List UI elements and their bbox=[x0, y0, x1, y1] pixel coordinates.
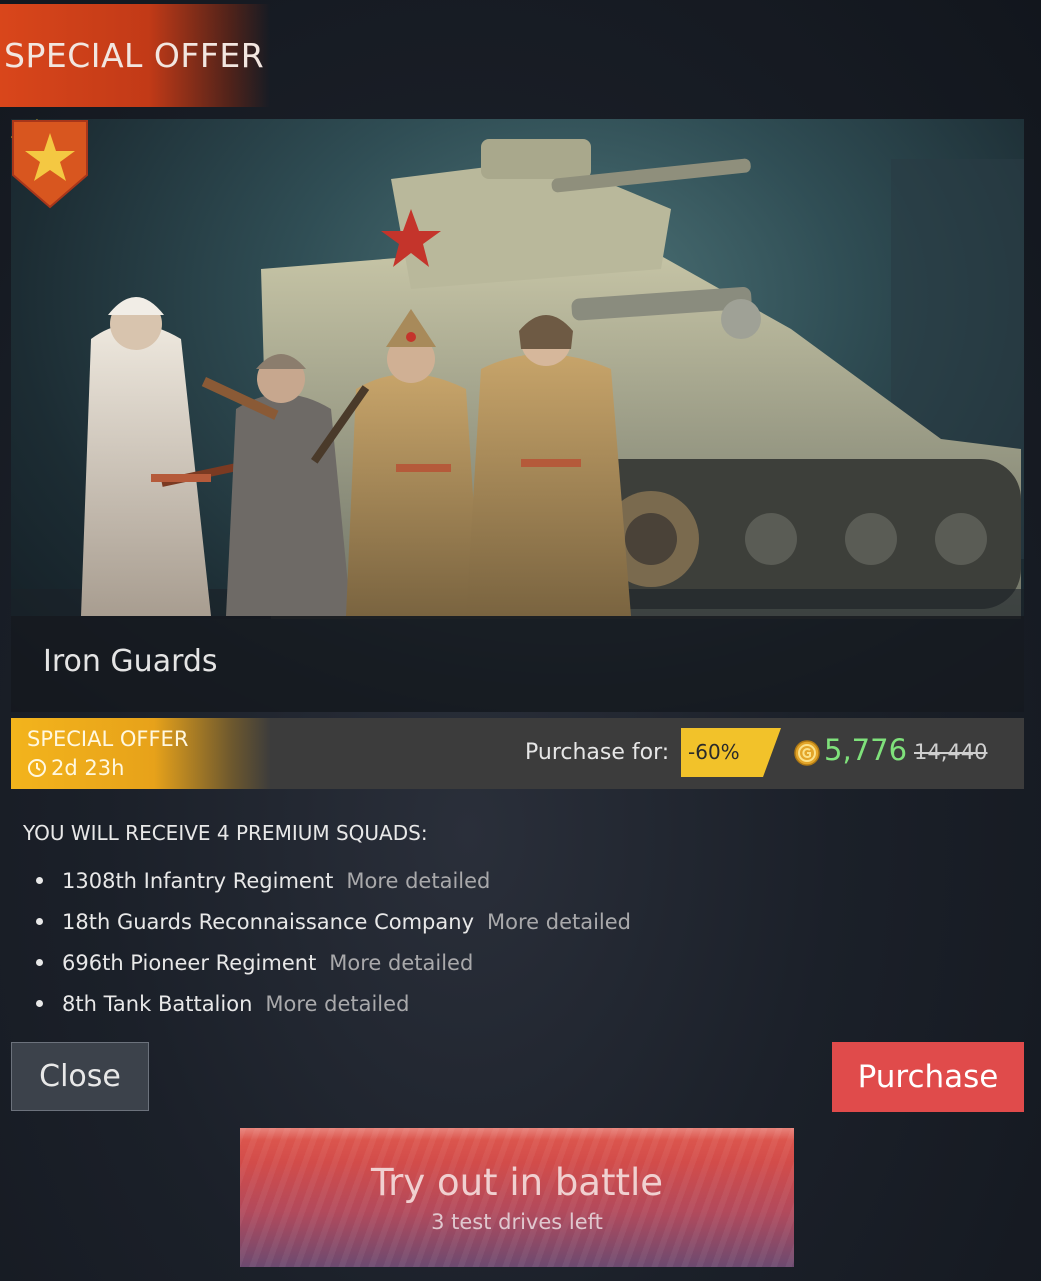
receive-title: YOU WILL RECEIVE 4 PREMIUM SQUADS: bbox=[23, 821, 428, 845]
bundle-title: Iron Guards bbox=[43, 644, 218, 679]
bullet bbox=[36, 959, 43, 966]
clock-icon bbox=[28, 759, 46, 777]
list-item: 1308th Infantry Regiment More detailed bbox=[36, 860, 631, 901]
squad-name: 8th Tank Battalion bbox=[62, 991, 253, 1016]
more-detailed-link[interactable]: More detailed bbox=[487, 910, 631, 934]
discount-badge: -60% bbox=[681, 728, 781, 777]
squad-name: 696th Pioneer Regiment bbox=[62, 950, 317, 975]
offer-label: SPECIAL OFFER bbox=[27, 727, 189, 751]
squad-list: 1308th Infantry Regiment More detailed 1… bbox=[36, 860, 631, 1024]
try-label: Try out in battle bbox=[370, 1161, 664, 1204]
bullet bbox=[36, 1000, 43, 1007]
more-detailed-link[interactable]: More detailed bbox=[265, 992, 409, 1016]
special-offer-block: SPECIAL OFFER 2d 23h bbox=[11, 718, 271, 789]
try-in-battle-button[interactable]: Try out in battle 3 test drives left bbox=[240, 1128, 794, 1267]
more-detailed-link[interactable]: More detailed bbox=[346, 869, 490, 893]
squad-name: 1308th Infantry Regiment bbox=[62, 868, 334, 893]
button-shine bbox=[240, 1128, 794, 1140]
header-title: SPECIAL OFFER bbox=[4, 36, 265, 75]
purchase-for-label: Purchase for: bbox=[525, 740, 670, 765]
test-drives-left: 3 test drives left bbox=[431, 1210, 603, 1234]
bullet bbox=[36, 918, 43, 925]
list-item: 18th Guards Reconnaissance Company More … bbox=[36, 901, 631, 942]
list-item: 8th Tank Battalion More detailed bbox=[36, 983, 631, 1024]
current-price: 5,776 bbox=[824, 733, 908, 767]
banner-title-bar: Iron Guards bbox=[11, 616, 1024, 712]
purchase-button[interactable]: Purchase bbox=[832, 1042, 1024, 1112]
squad-name: 18th Guards Reconnaissance Company bbox=[62, 909, 474, 934]
header-tab: SPECIAL OFFER bbox=[0, 4, 270, 107]
offer-timer: 2d 23h bbox=[27, 756, 124, 780]
old-price: 14,440 bbox=[914, 740, 988, 764]
more-detailed-link[interactable]: More detailed bbox=[329, 951, 473, 975]
bullet bbox=[36, 877, 43, 884]
discount-text: -60% bbox=[688, 740, 740, 764]
list-item: 696th Pioneer Regiment More detailed bbox=[36, 942, 631, 983]
close-button[interactable]: Close bbox=[11, 1042, 149, 1111]
offer-banner-image: Iron Guards bbox=[11, 119, 1024, 712]
rank-star-badge-icon bbox=[12, 120, 88, 209]
gold-coin-icon bbox=[794, 740, 820, 766]
price-bar: SPECIAL OFFER 2d 23h Purchase for: -60% … bbox=[11, 718, 1024, 789]
timer-text: 2d 23h bbox=[51, 756, 125, 780]
